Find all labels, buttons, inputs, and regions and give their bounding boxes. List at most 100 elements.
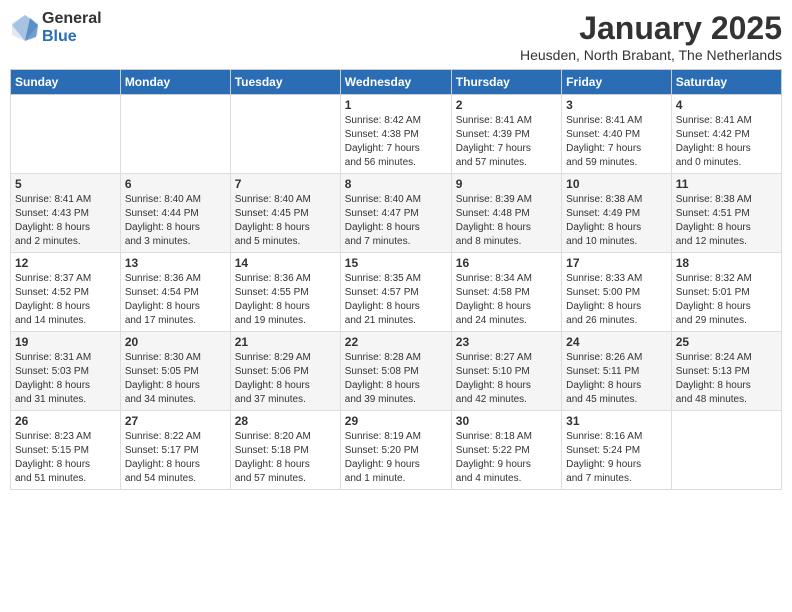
day-info-1-0: Sunrise: 8:41 AMSunset: 4:43 PMDaylight:… xyxy=(15,193,116,249)
cell-3-1: 20 Sunrise: 8:30 AMSunset: 5:05 PMDayligh… xyxy=(120,332,230,411)
day-number-2-4: 16 xyxy=(456,256,557,270)
logo-icon xyxy=(10,13,40,43)
day-info-4-1: Sunrise: 8:22 AMSunset: 5:17 PMDaylight:… xyxy=(125,430,226,486)
day-number-3-3: 22 xyxy=(345,335,447,349)
day-info-2-6: Sunrise: 8:32 AMSunset: 5:01 PMDaylight:… xyxy=(676,272,777,328)
day-number-3-1: 20 xyxy=(125,335,226,349)
title-block: January 2025 Heusden, North Brabant, The… xyxy=(520,10,782,63)
day-number-0-4: 2 xyxy=(456,98,557,112)
cell-2-3: 15Sunrise: 8:35 AMSunset: 4:57 PMDayligh… xyxy=(340,253,451,332)
day-info-1-5: Sunrise: 8:38 AMSunset: 4:49 PMDaylight:… xyxy=(566,193,667,249)
logo: General Blue xyxy=(10,10,102,45)
day-info-3-1: Sunrise: 8:30 AMSunset: 5:05 PMDaylight:… xyxy=(125,351,226,407)
cell-0-3: 1 Sunrise: 8:42 AMSunset: 4:38 PMDaylight… xyxy=(340,95,451,174)
day-number-2-3: 15 xyxy=(345,256,447,270)
day-info-0-5: Sunrise: 8:41 AMSunset: 4:40 PMDaylight:… xyxy=(566,114,667,170)
day-info-3-6: Sunrise: 8:24 AMSunset: 5:13 PMDaylight:… xyxy=(676,351,777,407)
cell-1-1: 6 Sunrise: 8:40 AMSunset: 4:44 PMDaylight… xyxy=(120,174,230,253)
day-number-1-3: 8 xyxy=(345,177,447,191)
day-info-4-0: Sunrise: 8:23 AMSunset: 5:15 PMDaylight:… xyxy=(15,430,116,486)
cell-0-4: 2 Sunrise: 8:41 AMSunset: 4:39 PMDaylight… xyxy=(451,95,561,174)
day-number-4-2: 28 xyxy=(235,414,336,428)
cell-2-1: 13Sunrise: 8:36 AMSunset: 4:54 PMDayligh… xyxy=(120,253,230,332)
cell-1-2: 7Sunrise: 8:40 AMSunset: 4:45 PMDaylight… xyxy=(230,174,340,253)
day-number-1-2: 7 xyxy=(235,177,336,191)
day-info-0-4: Sunrise: 8:41 AMSunset: 4:39 PMDaylight:… xyxy=(456,114,557,170)
day-number-3-2: 21 xyxy=(235,335,336,349)
calendar-table: Sunday Monday Tuesday Wednesday Thursday… xyxy=(10,69,782,490)
header: General Blue January 2025 Heusden, North… xyxy=(10,10,782,63)
cell-3-3: 22 Sunrise: 8:28 AMSunset: 5:08 PMDayligh… xyxy=(340,332,451,411)
day-number-1-1: 6 xyxy=(125,177,226,191)
header-thursday: Thursday xyxy=(451,70,561,95)
header-tuesday: Tuesday xyxy=(230,70,340,95)
day-info-3-2: Sunrise: 8:29 AMSunset: 5:06 PMDaylight:… xyxy=(235,351,336,407)
logo-general-text: General xyxy=(42,10,102,28)
cell-0-1 xyxy=(120,95,230,174)
cell-3-5: 24 Sunrise: 8:26 AMSunset: 5:11 PMDayligh… xyxy=(562,332,672,411)
header-friday: Friday xyxy=(562,70,672,95)
day-number-4-4: 30 xyxy=(456,414,557,428)
day-info-1-6: Sunrise: 8:38 AMSunset: 4:51 PMDaylight:… xyxy=(676,193,777,249)
cell-0-5: 3 Sunrise: 8:41 AMSunset: 4:40 PMDaylight… xyxy=(562,95,672,174)
day-info-3-3: Sunrise: 8:28 AMSunset: 5:08 PMDaylight:… xyxy=(345,351,447,407)
day-number-1-0: 5 xyxy=(15,177,116,191)
day-info-1-4: Sunrise: 8:39 AMSunset: 4:48 PMDaylight:… xyxy=(456,193,557,249)
day-info-3-5: Sunrise: 8:26 AMSunset: 5:11 PMDaylight:… xyxy=(566,351,667,407)
day-info-2-4: Sunrise: 8:34 AMSunset: 4:58 PMDaylight:… xyxy=(456,272,557,328)
location: Heusden, North Brabant, The Netherlands xyxy=(520,47,782,63)
day-number-0-3: 1 xyxy=(345,98,447,112)
day-number-3-5: 24 xyxy=(566,335,667,349)
day-number-0-6: 4 xyxy=(676,98,777,112)
cell-4-6 xyxy=(671,411,781,490)
cell-3-0: 19Sunrise: 8:31 AMSunset: 5:03 PMDayligh… xyxy=(11,332,121,411)
cell-0-0 xyxy=(11,95,121,174)
header-monday: Monday xyxy=(120,70,230,95)
day-number-4-1: 27 xyxy=(125,414,226,428)
day-number-3-6: 25 xyxy=(676,335,777,349)
cell-0-2 xyxy=(230,95,340,174)
day-number-3-0: 19 xyxy=(15,335,116,349)
day-number-1-4: 9 xyxy=(456,177,557,191)
day-info-2-0: Sunrise: 8:37 AMSunset: 4:52 PMDaylight:… xyxy=(15,272,116,328)
day-number-3-4: 23 xyxy=(456,335,557,349)
day-info-3-4: Sunrise: 8:27 AMSunset: 5:10 PMDaylight:… xyxy=(456,351,557,407)
cell-3-2: 21 Sunrise: 8:29 AMSunset: 5:06 PMDayligh… xyxy=(230,332,340,411)
cell-4-2: 28Sunrise: 8:20 AMSunset: 5:18 PMDayligh… xyxy=(230,411,340,490)
day-info-4-5: Sunrise: 8:16 AMSunset: 5:24 PMDaylight:… xyxy=(566,430,667,486)
day-number-0-5: 3 xyxy=(566,98,667,112)
day-info-1-1: Sunrise: 8:40 AMSunset: 4:44 PMDaylight:… xyxy=(125,193,226,249)
cell-4-5: 31 Sunrise: 8:16 AMSunset: 5:24 PMDayligh… xyxy=(562,411,672,490)
month-title: January 2025 xyxy=(520,10,782,47)
cell-1-0: 5 Sunrise: 8:41 AMSunset: 4:43 PMDaylight… xyxy=(11,174,121,253)
day-info-0-3: Sunrise: 8:42 AMSunset: 4:38 PMDaylight:… xyxy=(345,114,447,170)
day-number-4-0: 26 xyxy=(15,414,116,428)
cell-2-0: 12Sunrise: 8:37 AMSunset: 4:52 PMDayligh… xyxy=(11,253,121,332)
day-info-2-5: Sunrise: 8:33 AMSunset: 5:00 PMDaylight:… xyxy=(566,272,667,328)
week-row-2: 12Sunrise: 8:37 AMSunset: 4:52 PMDayligh… xyxy=(11,253,782,332)
weekday-header-row: Sunday Monday Tuesday Wednesday Thursday… xyxy=(11,70,782,95)
header-saturday: Saturday xyxy=(671,70,781,95)
day-info-2-2: Sunrise: 8:36 AMSunset: 4:55 PMDaylight:… xyxy=(235,272,336,328)
cell-1-5: 10Sunrise: 8:38 AMSunset: 4:49 PMDayligh… xyxy=(562,174,672,253)
day-number-1-6: 11 xyxy=(676,177,777,191)
day-number-2-5: 17 xyxy=(566,256,667,270)
cell-4-0: 26 Sunrise: 8:23 AMSunset: 5:15 PMDayligh… xyxy=(11,411,121,490)
cell-2-2: 14Sunrise: 8:36 AMSunset: 4:55 PMDayligh… xyxy=(230,253,340,332)
day-number-4-3: 29 xyxy=(345,414,447,428)
cell-2-4: 16 Sunrise: 8:34 AMSunset: 4:58 PMDayligh… xyxy=(451,253,561,332)
day-number-2-6: 18 xyxy=(676,256,777,270)
cell-4-4: 30Sunrise: 8:18 AMSunset: 5:22 PMDayligh… xyxy=(451,411,561,490)
day-number-4-5: 31 xyxy=(566,414,667,428)
day-info-4-3: Sunrise: 8:19 AMSunset: 5:20 PMDaylight:… xyxy=(345,430,447,486)
week-row-1: 5 Sunrise: 8:41 AMSunset: 4:43 PMDaylight… xyxy=(11,174,782,253)
day-info-0-6: Sunrise: 8:41 AMSunset: 4:42 PMDaylight:… xyxy=(676,114,777,170)
cell-2-6: 18 Sunrise: 8:32 AMSunset: 5:01 PMDayligh… xyxy=(671,253,781,332)
week-row-0: 1 Sunrise: 8:42 AMSunset: 4:38 PMDaylight… xyxy=(11,95,782,174)
day-info-1-3: Sunrise: 8:40 AMSunset: 4:47 PMDaylight:… xyxy=(345,193,447,249)
page: General Blue January 2025 Heusden, North… xyxy=(0,0,792,612)
day-number-2-1: 13 xyxy=(125,256,226,270)
cell-3-6: 25 Sunrise: 8:24 AMSunset: 5:13 PMDayligh… xyxy=(671,332,781,411)
header-sunday: Sunday xyxy=(11,70,121,95)
week-row-4: 26 Sunrise: 8:23 AMSunset: 5:15 PMDayligh… xyxy=(11,411,782,490)
